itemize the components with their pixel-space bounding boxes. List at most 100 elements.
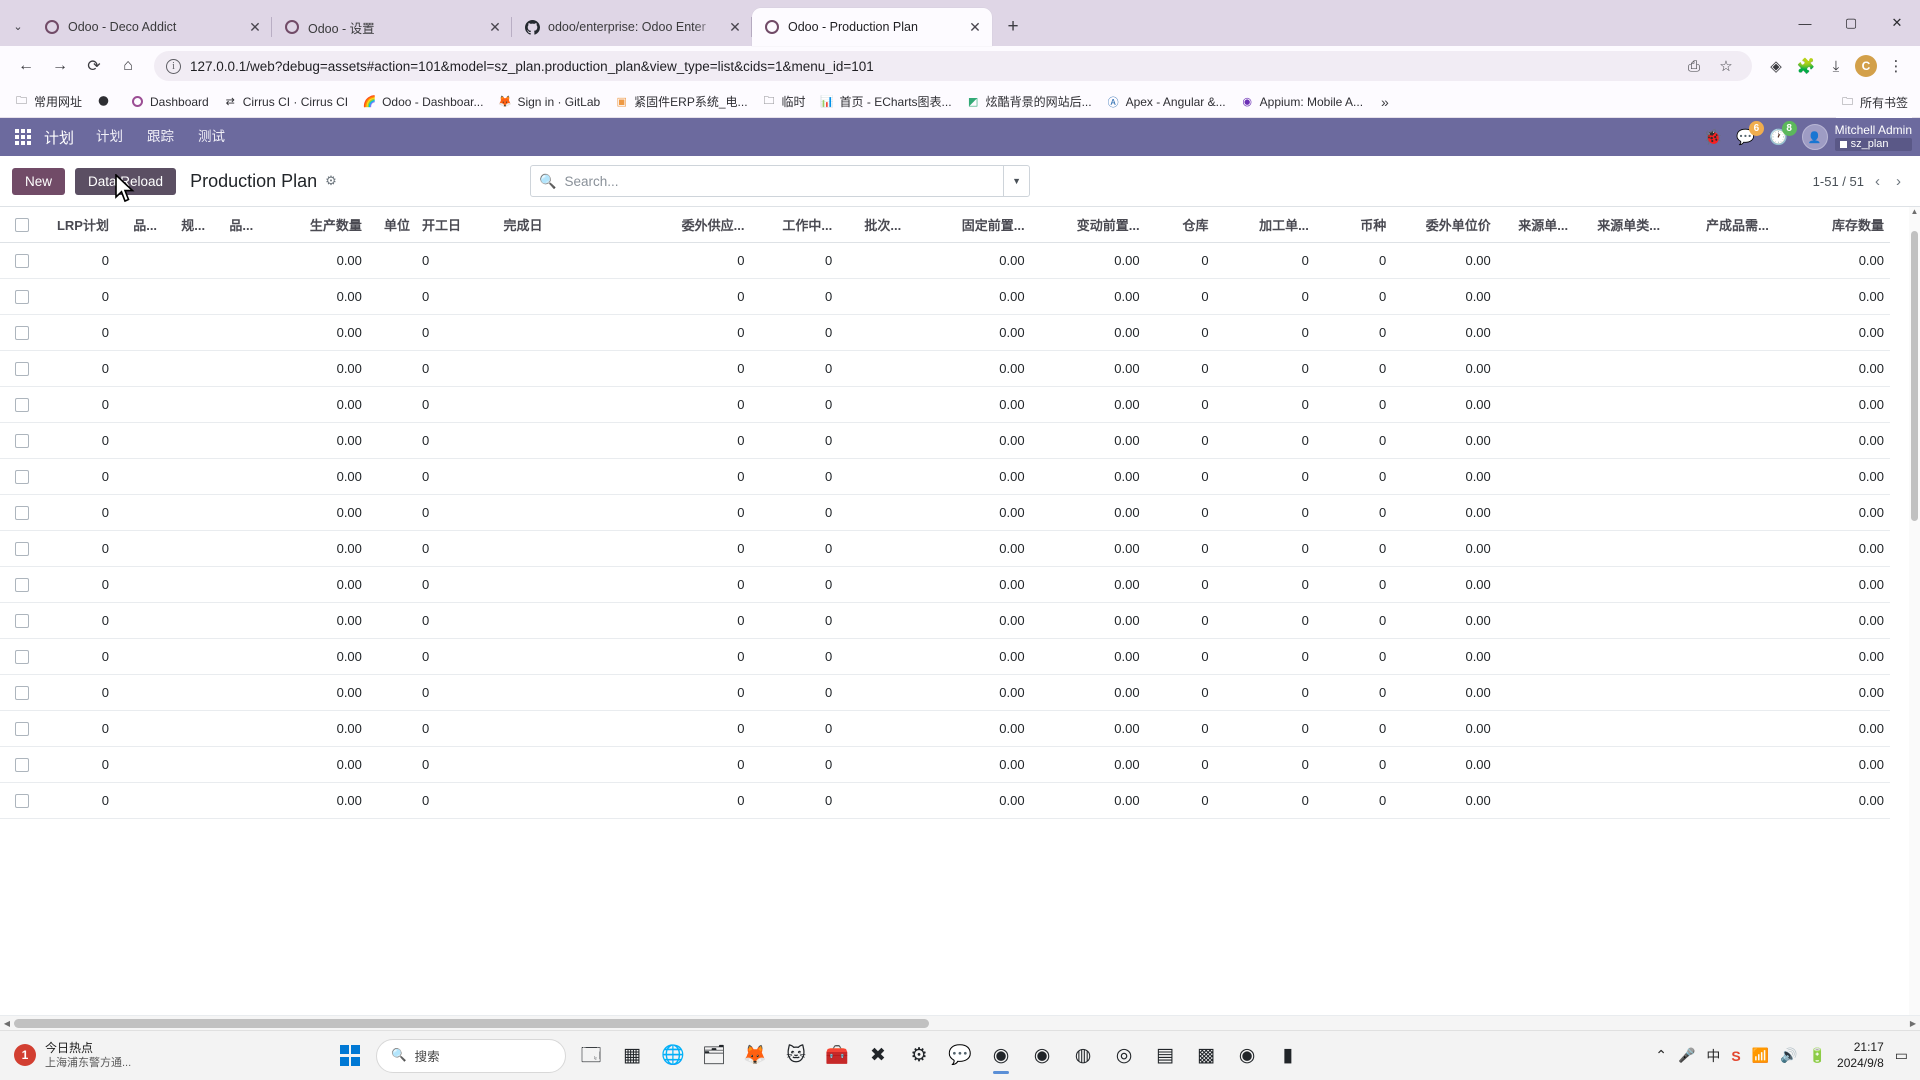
table-cell[interactable] xyxy=(838,314,908,351)
table-cell[interactable]: 0.00 xyxy=(907,278,1031,315)
table-cell[interactable] xyxy=(1496,746,1575,783)
table-cell[interactable]: 0 xyxy=(1314,314,1393,351)
table-cell[interactable] xyxy=(1574,422,1667,459)
table-cell[interactable]: 0 xyxy=(1314,674,1393,711)
table-row[interactable]: 0 0.00 0 0 0 0.00 0.00 0 0 0 0.00 0.00 xyxy=(0,386,1890,423)
table-cell[interactable]: 0 xyxy=(1314,494,1393,531)
show-hidden-icons[interactable]: ⌃ xyxy=(1655,1047,1667,1064)
table-cell[interactable] xyxy=(114,386,164,423)
table-cell[interactable]: 0.00 xyxy=(907,350,1031,387)
chrome-icon[interactable]: ◉ xyxy=(982,1036,1020,1076)
table-cell[interactable] xyxy=(1574,638,1667,675)
table-cell[interactable]: 0.00 xyxy=(1030,566,1146,603)
checkbox[interactable] xyxy=(14,434,29,449)
table-cell[interactable]: 0 xyxy=(750,278,839,315)
table-cell[interactable]: 0 xyxy=(1214,314,1315,351)
table-cell[interactable]: 0.00 xyxy=(1774,494,1890,531)
table-cell[interactable]: 0.00 xyxy=(1774,602,1890,639)
bookmark-item[interactable]: 🌈 Odoo - Dashboar... xyxy=(356,91,489,112)
table-cell[interactable]: 0 xyxy=(1145,638,1215,675)
table-cell[interactable]: 0 xyxy=(1314,710,1393,747)
table-cell[interactable] xyxy=(163,350,212,387)
table-cell[interactable]: 0.00 xyxy=(907,242,1031,279)
table-row[interactable]: 0 0.00 0 0 0 0.00 0.00 0 0 0 0.00 0.00 xyxy=(0,458,1890,495)
table-cell[interactable]: 0 xyxy=(1214,566,1315,603)
table-cell[interactable]: 0.00 xyxy=(1392,710,1497,747)
checkbox[interactable] xyxy=(14,542,29,557)
horizontal-scrollbar[interactable]: ◀ ▶ xyxy=(0,1015,1920,1030)
table-cell[interactable]: 0 xyxy=(1314,422,1393,459)
row-checkbox[interactable] xyxy=(0,602,44,639)
table-cell[interactable]: 0 xyxy=(1214,710,1315,747)
table-cell[interactable] xyxy=(163,638,212,675)
table-cell[interactable]: 0 xyxy=(1314,530,1393,567)
table-cell[interactable]: 0 xyxy=(1314,782,1393,819)
table-cell[interactable]: 0 xyxy=(1145,710,1215,747)
new-button[interactable]: New xyxy=(12,167,66,195)
settings-icon[interactable]: ⚙ xyxy=(900,1036,938,1076)
downloads-icon[interactable]: ⤓ xyxy=(1822,52,1850,80)
table-cell[interactable] xyxy=(497,602,621,639)
table-cell[interactable]: 0 xyxy=(43,458,115,495)
table-cell[interactable] xyxy=(1666,674,1775,711)
scroll-right-arrow[interactable]: ▶ xyxy=(1906,1016,1920,1031)
table-cell[interactable]: 0 xyxy=(620,494,751,531)
table-cell[interactable]: 0.00 xyxy=(259,494,368,531)
table-cell[interactable] xyxy=(1666,422,1775,459)
table-cell[interactable]: 0.00 xyxy=(1392,782,1497,819)
table-cell[interactable]: 0 xyxy=(43,494,115,531)
table-row[interactable]: 0 0.00 0 0 0 0.00 0.00 0 0 0 0.00 0.00 xyxy=(0,566,1890,603)
home-icon[interactable]: ⌂ xyxy=(112,50,144,82)
table-cell[interactable] xyxy=(367,674,416,711)
table-cell[interactable] xyxy=(1574,242,1667,279)
table-cell[interactable]: 0 xyxy=(43,278,115,315)
chevron-down-icon[interactable]: ▼ xyxy=(1003,166,1021,196)
table-cell[interactable] xyxy=(497,638,621,675)
table-cell[interactable] xyxy=(367,458,416,495)
install-app-icon[interactable]: ⎙ xyxy=(1680,52,1708,80)
close-icon[interactable]: ✕ xyxy=(966,18,984,36)
messages-icon[interactable]: 💬 6 xyxy=(1736,121,1764,146)
table-cell[interactable]: 0 xyxy=(1214,746,1315,783)
table-cell[interactable] xyxy=(114,602,164,639)
table-cell[interactable] xyxy=(163,710,212,747)
table-cell[interactable] xyxy=(838,242,908,279)
table-cell[interactable]: 0.00 xyxy=(907,386,1031,423)
checkbox[interactable] xyxy=(14,470,29,485)
address-bar[interactable]: i 127.0.0.1/web?debug=assets#action=101&… xyxy=(154,51,1752,81)
table-cell[interactable]: 0 xyxy=(43,674,115,711)
table-cell[interactable]: 0.00 xyxy=(259,350,368,387)
close-icon[interactable]: ✕ xyxy=(726,18,744,36)
table-cell[interactable]: 0.00 xyxy=(1392,638,1497,675)
table-cell[interactable]: 0.00 xyxy=(259,314,368,351)
table-cell[interactable]: 0 xyxy=(620,602,751,639)
close-icon[interactable]: ✕ xyxy=(486,18,504,36)
table-cell[interactable]: 0 xyxy=(415,494,498,531)
table-cell[interactable] xyxy=(1666,242,1775,279)
table-cell[interactable]: 0.00 xyxy=(259,638,368,675)
bookmark-item[interactable]: Dashboard xyxy=(124,91,215,112)
table-cell[interactable]: 0.00 xyxy=(1392,602,1497,639)
table-cell[interactable]: 0 xyxy=(43,386,115,423)
table-cell[interactable]: 0.00 xyxy=(259,566,368,603)
table-cell[interactable] xyxy=(163,674,212,711)
table-cell[interactable]: 0 xyxy=(43,530,115,567)
table-cell[interactable] xyxy=(1574,350,1667,387)
table-cell[interactable] xyxy=(211,746,260,783)
table-cell[interactable] xyxy=(497,494,621,531)
column-header[interactable]: 加工单... xyxy=(1214,207,1315,243)
wifi-icon[interactable]: 📶 xyxy=(1752,1047,1769,1064)
table-cell[interactable] xyxy=(838,422,908,459)
table-cell[interactable]: 0.00 xyxy=(259,602,368,639)
checkbox[interactable] xyxy=(14,218,29,233)
table-cell[interactable] xyxy=(838,350,908,387)
table-cell[interactable]: 0.00 xyxy=(907,422,1031,459)
table-cell[interactable]: 0.00 xyxy=(907,638,1031,675)
table-cell[interactable]: 0.00 xyxy=(1392,278,1497,315)
table-cell[interactable] xyxy=(1666,314,1775,351)
column-header[interactable]: 变动前置... xyxy=(1030,207,1146,243)
info-icon[interactable]: i xyxy=(166,58,181,74)
file-explorer-icon[interactable]: 🗂 xyxy=(695,1036,733,1076)
table-cell[interactable] xyxy=(1496,422,1575,459)
table-cell[interactable] xyxy=(163,422,212,459)
